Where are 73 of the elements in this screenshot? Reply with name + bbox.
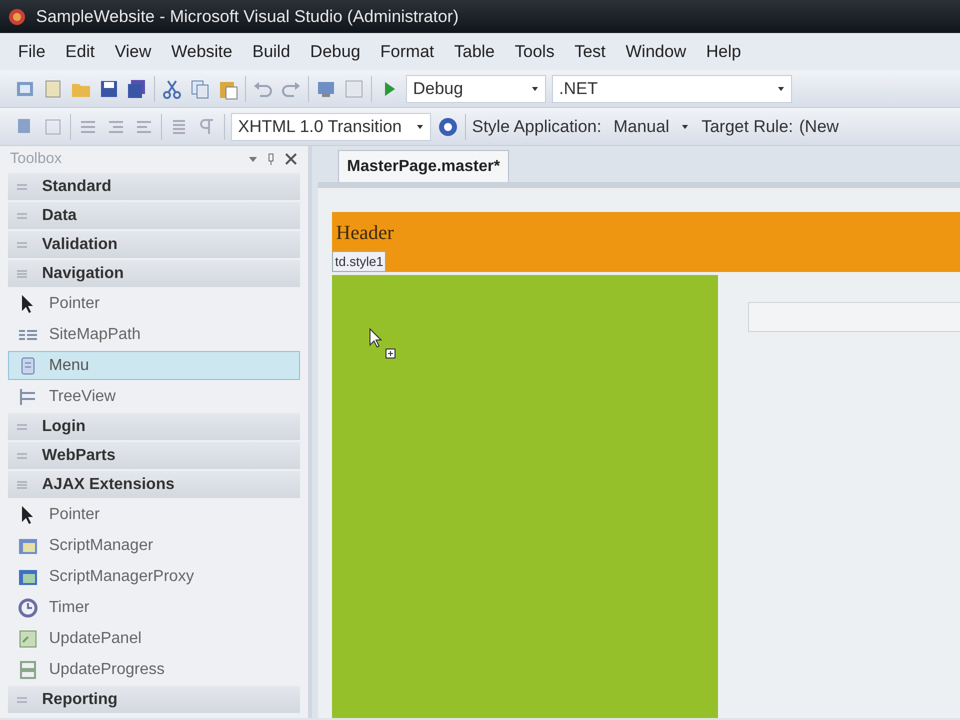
- config-dropdown[interactable]: Debug: [406, 74, 546, 102]
- cut-icon[interactable]: [161, 78, 183, 100]
- timer-icon: [17, 596, 39, 618]
- category-label: Navigation: [42, 264, 124, 284]
- doctype-dropdown[interactable]: XHTML 1.0 Transition: [231, 112, 431, 140]
- copy-icon[interactable]: [189, 78, 211, 100]
- panel-title: Toolbox: [10, 148, 62, 169]
- toolbox-item[interactable]: TreeView: [8, 382, 300, 411]
- menubar-command[interactable]: Format: [370, 36, 444, 66]
- category-label: AJAX Extensions: [42, 474, 174, 494]
- item-label: ScriptManagerProxy: [49, 566, 194, 586]
- menubar-command[interactable]: View: [104, 36, 162, 66]
- toolbox-item[interactable]: Timer: [8, 593, 300, 622]
- item-label: UpdatePanel: [49, 628, 142, 648]
- toolbox-category[interactable]: Validation: [8, 231, 300, 258]
- style-application-dropdown[interactable]: Manual: [607, 112, 696, 140]
- menubar-command[interactable]: Test: [564, 36, 616, 66]
- validation-icon[interactable]: [437, 116, 459, 138]
- pin-icon[interactable]: [266, 153, 276, 165]
- toolbox-category[interactable]: AJAX Extensions: [8, 471, 300, 498]
- platform-dropdown[interactable]: .NET: [552, 74, 792, 102]
- item-label: Menu: [49, 356, 90, 376]
- dropdown-icon[interactable]: [248, 154, 258, 164]
- item-label: UpdateProgress: [49, 660, 165, 680]
- window-title: SampleWebsite - Microsoft Visual Studio (Administrator): [36, 6, 459, 28]
- input-field[interactable]: [748, 302, 960, 332]
- toolbox-item[interactable]: SiteMapPath: [8, 320, 300, 349]
- item-label: Timer: [49, 598, 90, 618]
- menubar-command[interactable]: Debug: [300, 36, 370, 66]
- window-icon[interactable]: [343, 78, 365, 100]
- document-tab[interactable]: MasterPage.master*: [338, 150, 509, 182]
- item-label: Pointer: [49, 294, 100, 314]
- panel-icon: [17, 628, 39, 650]
- drag-cursor-icon: [368, 327, 398, 361]
- toolbox-item[interactable]: UpdatePanel: [8, 624, 300, 653]
- tag-label: td.style1: [332, 250, 386, 272]
- progress-icon: [17, 658, 39, 680]
- menubar-command[interactable]: Help: [696, 36, 752, 66]
- menubar-command[interactable]: Table: [444, 36, 505, 66]
- category-label: Standard: [42, 176, 112, 196]
- toolbox-category[interactable]: Navigation: [8, 260, 300, 287]
- toolbox-category[interactable]: Standard: [8, 173, 300, 200]
- category-label: Reporting: [42, 690, 118, 710]
- toolbox-item[interactable]: Menu: [8, 351, 300, 380]
- menubar-command[interactable]: Tools: [504, 36, 564, 66]
- toolbox-item[interactable]: UpdateProgress: [8, 655, 300, 684]
- category-label: Validation: [42, 234, 118, 254]
- header-text: Header: [336, 221, 394, 246]
- style-application-label: Style Application:: [472, 116, 602, 138]
- item-label: ScriptManager: [49, 536, 154, 556]
- toolbox-category[interactable]: Data: [8, 202, 300, 229]
- toolbox-category[interactable]: Login: [8, 413, 300, 440]
- item-label: Pointer: [49, 504, 100, 524]
- toolbox-category[interactable]: Reporting: [8, 686, 300, 713]
- menubar-command[interactable]: Window: [616, 36, 696, 66]
- toolbox-item[interactable]: Pointer: [8, 289, 300, 318]
- toolbox-category[interactable]: WebParts: [8, 442, 300, 469]
- category-label: Data: [42, 206, 77, 226]
- close-icon[interactable]: [284, 152, 298, 166]
- toolbox-item[interactable]: ScriptManagerProxy: [8, 562, 300, 591]
- save-all-icon[interactable]: [126, 78, 148, 100]
- menubar-command[interactable]: Website: [161, 36, 242, 66]
- category-label: WebParts: [42, 446, 116, 466]
- item-label: TreeView: [49, 386, 116, 406]
- menubar-command[interactable]: Edit: [55, 36, 105, 66]
- category-label: Login: [42, 416, 86, 436]
- toolbox-item[interactable]: Pointer: [8, 500, 300, 529]
- menubar-command[interactable]: File: [8, 36, 56, 66]
- target-rule-label: Target Rule:: [701, 116, 794, 138]
- toolbox-item[interactable]: ScriptManager: [8, 531, 300, 560]
- menubar-command[interactable]: Build: [242, 36, 300, 66]
- target-rule-value[interactable]: (New: [799, 114, 839, 140]
- item-label: SiteMapPath: [49, 324, 141, 344]
